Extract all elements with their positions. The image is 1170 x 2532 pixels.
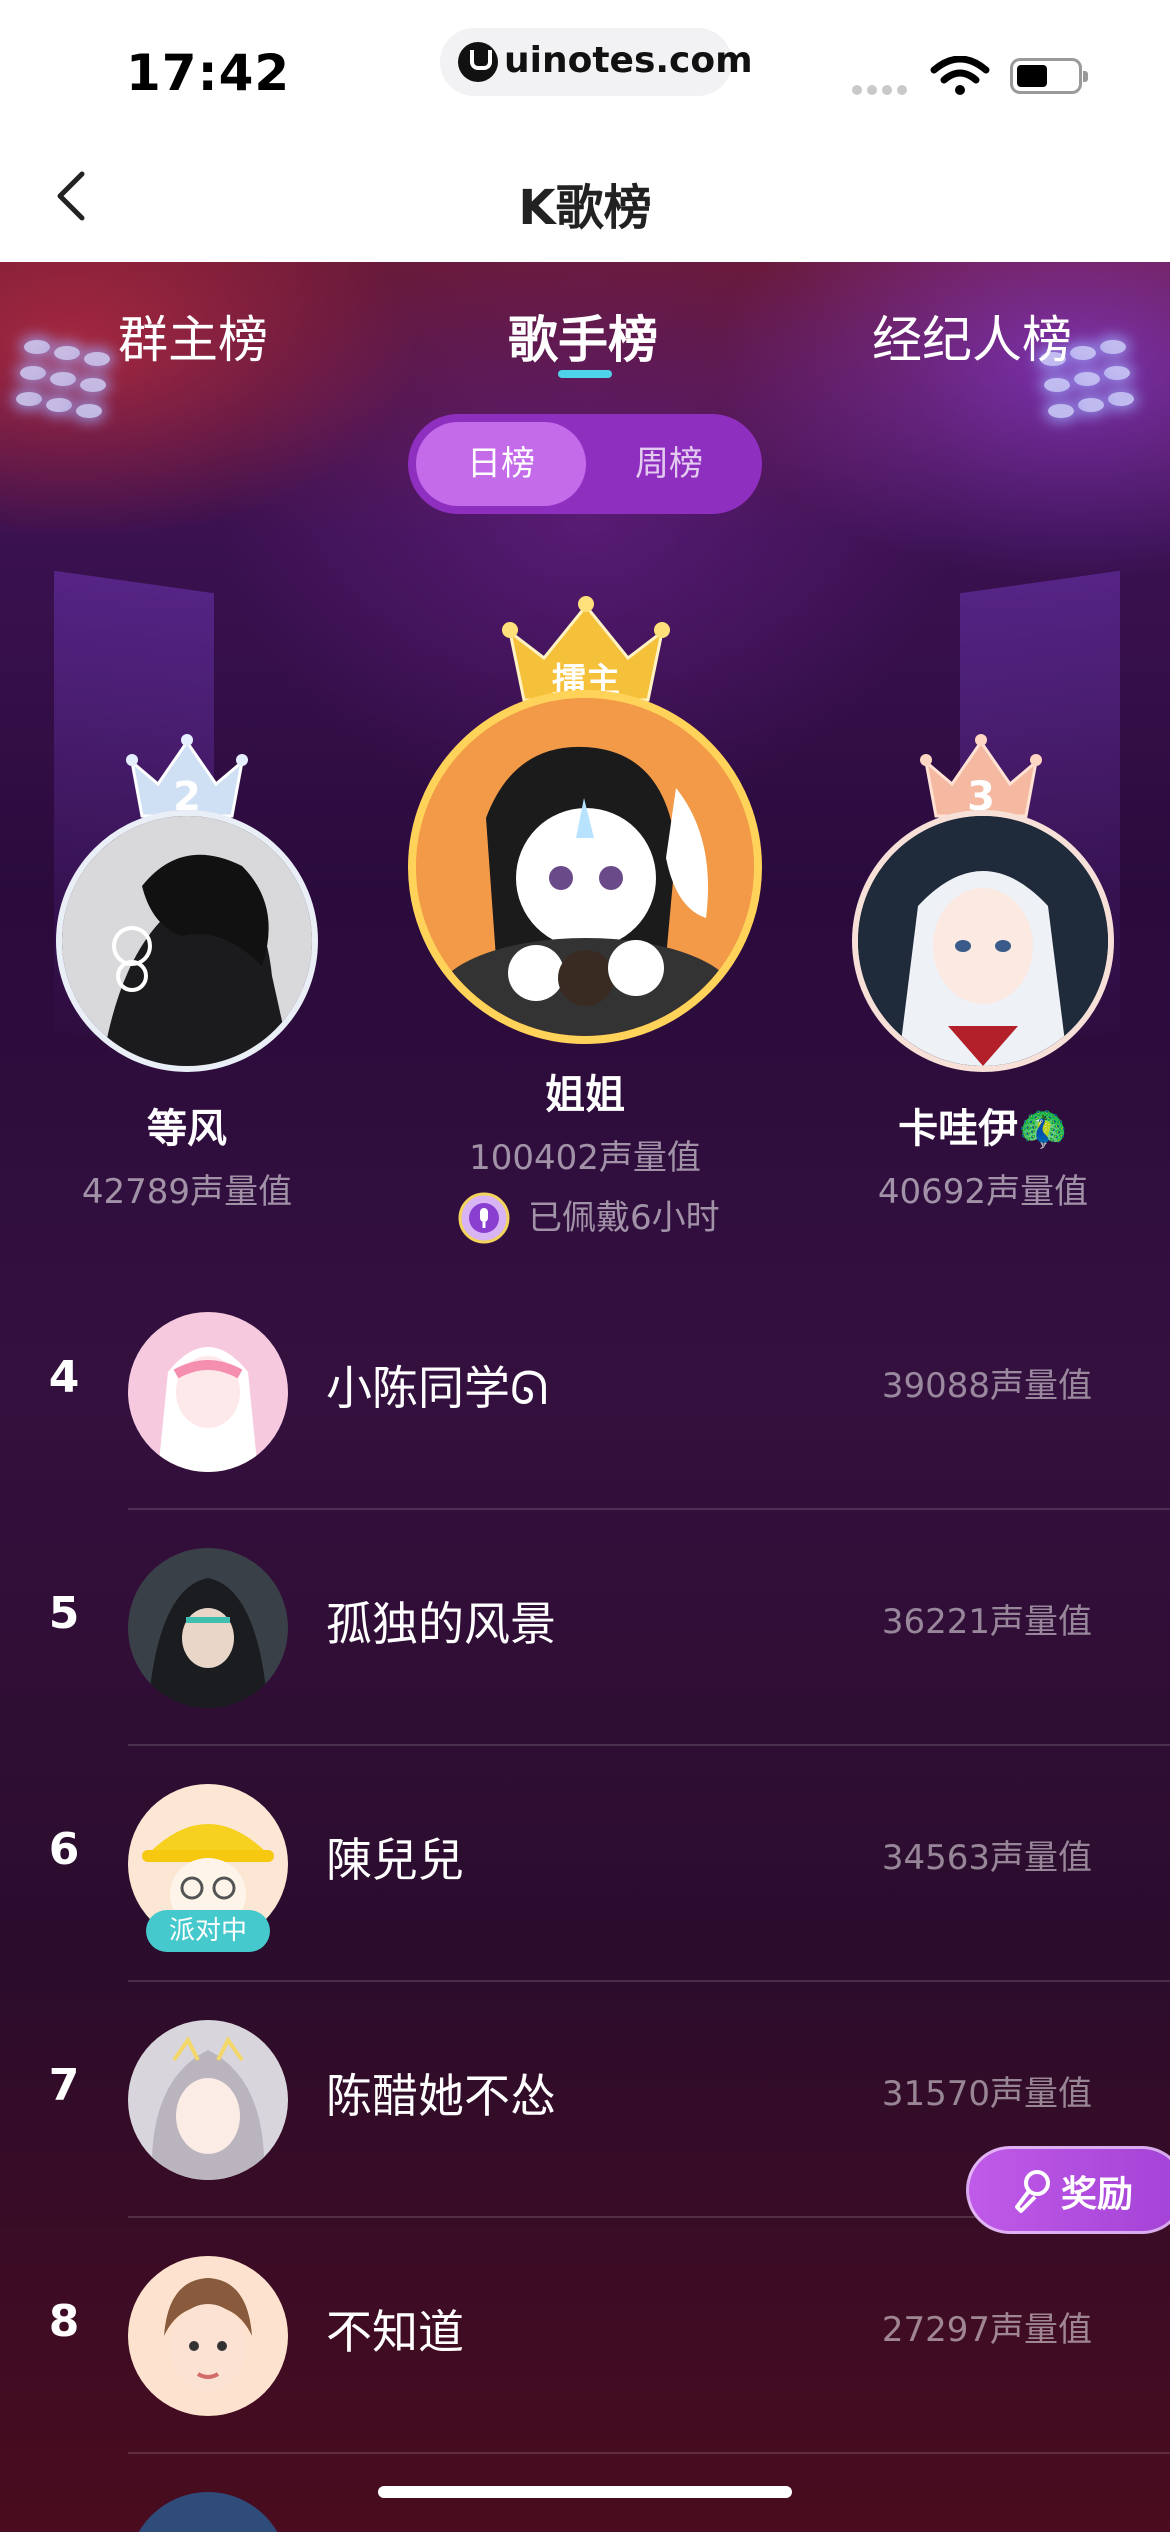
podium-score-2: 42789声量值 xyxy=(81,1172,293,1212)
user-name: 小陈同学ᘏ xyxy=(326,1361,549,1415)
silver-crown-icon: 2 xyxy=(126,734,248,820)
avatar[interactable] xyxy=(128,2256,288,2416)
podium-name-2: 等风 xyxy=(147,1106,227,1152)
avatar[interactable] xyxy=(128,2492,288,2532)
podium-score-1: 100402声量值 xyxy=(469,1138,701,1178)
microphone-icon xyxy=(1015,2170,1050,2213)
avatar[interactable] xyxy=(128,2020,288,2180)
score-value: 31570声量值 xyxy=(881,2074,1092,2114)
home-indicator[interactable] xyxy=(378,2486,792,2498)
user-name: 孤独的风景 xyxy=(326,1597,556,1651)
wifi-icon xyxy=(930,56,990,95)
score-value: 34563声量值 xyxy=(881,1838,1092,1878)
avatar[interactable] xyxy=(128,1548,288,1708)
list-item[interactable]: 4 小陈同学ᘏ 39088声量值 xyxy=(0,1274,1170,1510)
microphone-badge-icon xyxy=(458,1192,510,1244)
tab-singer[interactable]: 歌手榜 xyxy=(508,300,658,372)
battery-icon xyxy=(1010,58,1088,94)
category-tabs: 群主榜 歌手榜 经纪人榜 xyxy=(0,300,1170,380)
podium-name-3: 卡哇伊🦚 xyxy=(898,1106,1068,1152)
site-logo-icon xyxy=(458,42,498,82)
score-value: 27297声量值 xyxy=(881,2310,1092,2350)
url-text: uinotes.com xyxy=(504,40,753,81)
reward-button[interactable]: 奖励 xyxy=(966,2146,1170,2234)
list-item[interactable]: 8 不知道 27297声量值 xyxy=(0,2218,1170,2454)
party-status-tag: 派对中 xyxy=(146,1910,270,1952)
bronze-crown-icon: 3 xyxy=(920,734,1042,820)
list-item[interactable]: 5 孤独的风景 36221声量值 xyxy=(0,1510,1170,1746)
wearing-badge-duration: 已佩戴6小时 xyxy=(528,1198,720,1238)
score-value: 39088声量值 xyxy=(881,1366,1092,1406)
avatar-rank-3[interactable] xyxy=(852,810,1114,1072)
rank-number: 4 xyxy=(48,1352,80,1403)
tab-group-owner[interactable]: 群主榜 xyxy=(118,300,268,372)
toggle-daily[interactable]: 日榜 xyxy=(416,422,586,506)
user-name: 陈醋她不怂 xyxy=(326,2069,556,2123)
cellular-signal-icon xyxy=(852,80,912,99)
avatar[interactable] xyxy=(128,1312,288,1472)
reward-label: 奖励 xyxy=(1061,2174,1134,2215)
tab-agent[interactable]: 经纪人榜 xyxy=(872,300,1072,372)
status-time: 17:42 xyxy=(126,44,291,102)
score-value: 36221声量值 xyxy=(881,1602,1092,1642)
podium-name-1: 姐姐 xyxy=(545,1072,625,1118)
rank-number: 8 xyxy=(48,2296,80,2347)
page-title: K歌榜 xyxy=(518,180,652,236)
avatar-rank-1[interactable] xyxy=(408,690,762,1044)
url-pill[interactable]: uinotes.com xyxy=(440,28,753,96)
rank-number: 7 xyxy=(48,2060,80,2111)
divider xyxy=(128,2452,1170,2454)
rank-number: 5 xyxy=(48,1588,80,1639)
podium-score-3: 40692声量值 xyxy=(877,1172,1089,1212)
toggle-weekly[interactable]: 周榜 xyxy=(584,422,754,506)
active-tab-indicator xyxy=(558,370,612,378)
list-item[interactable]: 6 派对中 陳兒兒 34563声量值 xyxy=(0,1746,1170,1982)
avatar-rank-2[interactable] xyxy=(56,810,318,1072)
rank-number: 6 xyxy=(48,1824,80,1875)
navigation-bar: K歌榜 xyxy=(0,130,1170,262)
period-toggle: 日榜 周榜 xyxy=(408,414,762,514)
user-name: 陳兒兒 xyxy=(326,1833,464,1887)
user-name: 不知道 xyxy=(326,2305,464,2359)
status-bar: 17:42 uinotes.com xyxy=(0,0,1170,130)
